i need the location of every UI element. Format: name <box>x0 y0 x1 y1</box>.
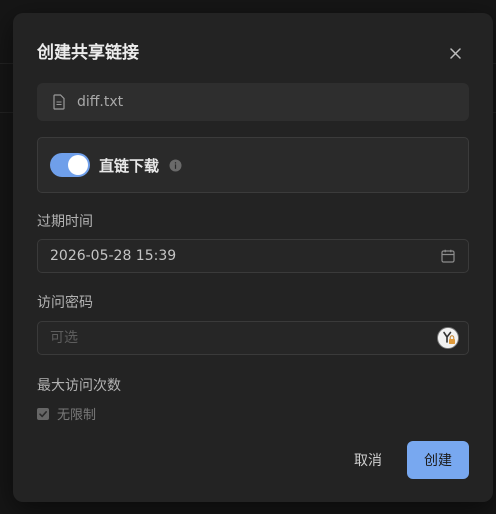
max-visits-label: 最大访问次数 <box>37 378 121 394</box>
password-manager-icon <box>437 327 459 349</box>
password-label: 访问密码 <box>37 295 93 311</box>
expiry-value: 2026-05-28 15:39 <box>50 248 177 264</box>
password-manager-button[interactable] <box>437 327 459 349</box>
file-display: diff.txt <box>37 83 469 121</box>
info-icon[interactable] <box>169 159 182 172</box>
dialog-title: 创建共享链接 <box>37 43 139 63</box>
cancel-button[interactable]: 取消 <box>342 441 394 479</box>
checkmark-icon <box>39 410 47 417</box>
direct-download-option: 直链下载 <box>37 137 469 193</box>
password-input[interactable] <box>50 330 437 346</box>
close-button[interactable] <box>443 41 467 65</box>
share-link-dialog: 创建共享链接 diff.txt 直链下载 过期时间 2026-05-28 15:… <box>13 13 493 502</box>
unlimited-label: 无限制 <box>57 408 97 423</box>
direct-download-toggle[interactable] <box>50 153 90 177</box>
toggle-knob <box>68 155 88 175</box>
unlimited-checkbox[interactable] <box>37 407 49 420</box>
close-icon <box>449 47 461 59</box>
expiry-input[interactable]: 2026-05-28 15:39 <box>37 239 469 273</box>
password-field[interactable] <box>37 321 469 355</box>
expiry-label: 过期时间 <box>37 214 93 230</box>
unlimited-option[interactable]: 无限制 <box>37 404 96 423</box>
file-name: diff.txt <box>77 94 124 110</box>
direct-download-label: 直链下载 <box>99 156 160 175</box>
file-icon <box>52 94 66 110</box>
create-button[interactable]: 创建 <box>407 441 469 479</box>
calendar-icon[interactable] <box>437 245 459 267</box>
